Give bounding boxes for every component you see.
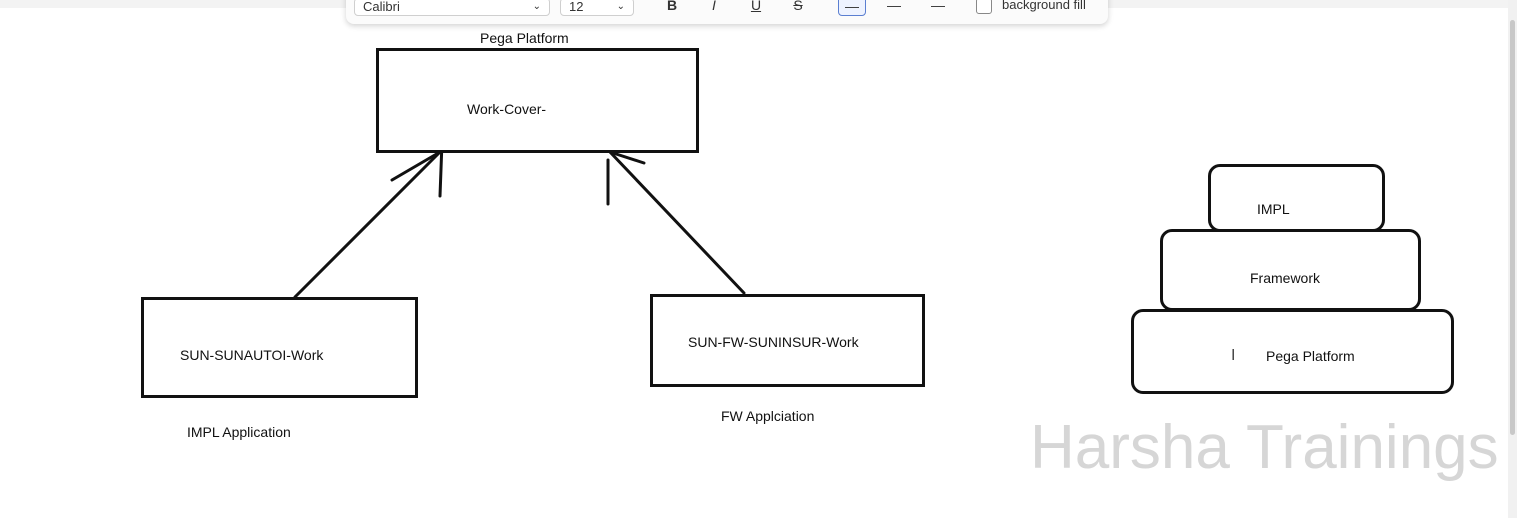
arrow-right-shaft	[608, 150, 746, 295]
text-cursor-icon: I	[1231, 347, 1236, 364]
work-cover-box: Work-Cover-	[376, 48, 699, 153]
work-cover-label: Work-Cover-	[467, 101, 547, 117]
fw-application-caption: FW Applciation	[721, 408, 815, 424]
impl-class-label: SUN-SUNAUTOI-Work	[180, 347, 324, 363]
stack-layer-framework: Framework	[1160, 229, 1421, 311]
arrow-left-shaft	[293, 150, 442, 299]
top-box-caption: Pega Platform	[480, 30, 569, 46]
impl-application-caption: IMPL Application	[187, 424, 291, 440]
impl-class-box: SUN-SUNAUTOI-Work	[141, 297, 418, 398]
fw-class-box: SUN-FW-SUNINSUR-Work	[650, 294, 925, 387]
stack-layer-framework-label: Framework	[1250, 270, 1321, 286]
stack-layer-impl: IMPL	[1208, 164, 1385, 232]
stack-layer-pega-platform: Pega Platform	[1131, 309, 1454, 394]
stack-layer-pega-platform-label: Pega Platform	[1266, 348, 1355, 364]
watermark: Harsha Trainings	[1030, 413, 1499, 482]
fw-class-label: SUN-FW-SUNINSUR-Work	[688, 334, 859, 350]
scrollbar-thumb[interactable]	[1510, 20, 1515, 435]
stack-layer-impl-label: IMPL	[1257, 201, 1290, 217]
